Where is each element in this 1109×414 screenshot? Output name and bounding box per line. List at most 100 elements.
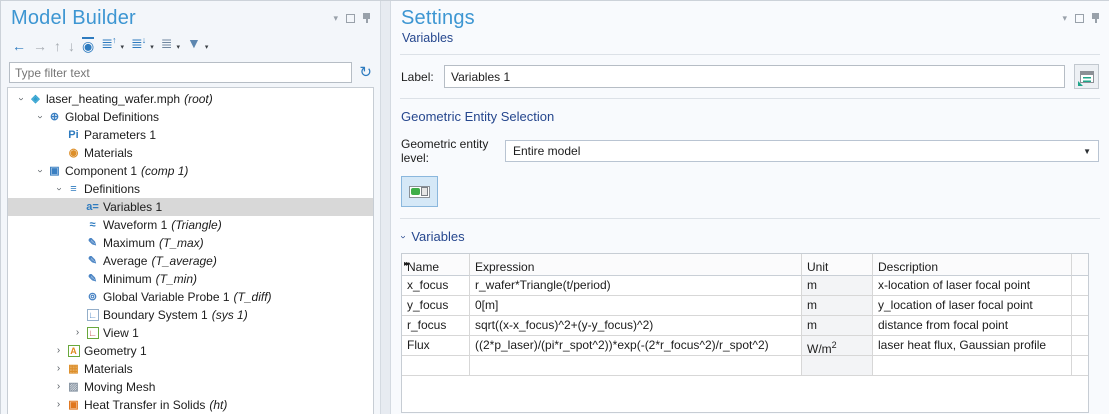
tree-item-laser-heating-wafer-mph[interactable]: ›◈laser_heating_wafer.mph(root)	[8, 90, 373, 108]
chevron-down-icon: ▾	[205, 40, 209, 56]
table-cell[interactable]: 0[m]	[470, 296, 802, 316]
tree-item-view-1[interactable]: ›∟View 1	[8, 324, 373, 342]
model-tree-node-text-icon: ≣	[161, 35, 173, 51]
filter-button[interactable]: ▼▾	[184, 34, 211, 57]
section-variables[interactable]: › Variables	[400, 219, 1100, 252]
go-back-button[interactable]: ←	[9, 37, 29, 55]
table-cell[interactable]: m	[802, 296, 873, 316]
tree-item-definitions[interactable]: ›≡Definitions	[8, 180, 373, 198]
heat-transfer-icon: ▣	[65, 399, 82, 411]
tree-item-tag: (Triangle)	[171, 218, 221, 232]
tree-item-materials[interactable]: ◉Materials	[8, 144, 373, 162]
geometric-entity-level-label: Geometric entity level:	[401, 137, 497, 165]
column-header-unit: Unit	[802, 254, 873, 276]
move-down-button[interactable]: ↓	[65, 37, 78, 55]
tree-item-average[interactable]: ✎Average(T_average)	[8, 252, 373, 270]
table-cell[interactable]	[1072, 296, 1088, 316]
show-button[interactable]: ◉	[79, 37, 97, 55]
equation-view-button[interactable]	[1074, 64, 1099, 89]
chevron-down-icon[interactable]: ›	[16, 93, 26, 106]
active-toggle-button[interactable]	[401, 176, 438, 207]
move-up-icon: ↑	[54, 38, 61, 54]
collapse-all-button[interactable]: ≣↑▾	[98, 34, 127, 57]
table-cell[interactable]: Flux	[402, 336, 470, 356]
table-cell[interactable]: r_wafer*Triangle(t/period)	[470, 276, 802, 296]
definitions-icon: ≡	[65, 183, 82, 195]
column-header-description: Description	[873, 254, 1072, 276]
tree-item-boundary-system-1[interactable]: ∟Boundary System 1(sys 1)	[8, 306, 373, 324]
table-cell[interactable]: m	[802, 316, 873, 336]
table-cell[interactable]	[1072, 336, 1088, 356]
tree-item-tag: (T_average)	[151, 254, 216, 268]
expand-all-button[interactable]: ≣↓▾	[128, 34, 157, 57]
tree-item-heat-transfer-in-solids[interactable]: ›▣Heat Transfer in Solids(ht)	[8, 396, 373, 414]
move-columns-icon[interactable]: ▸▸	[404, 254, 408, 276]
pin-panel-icon[interactable]	[1092, 13, 1099, 23]
tree-item-variables-1[interactable]: a=Variables 1	[8, 198, 373, 216]
table-cell[interactable]: sqrt((x-x_focus)^2+(y-y_focus)^2)	[470, 316, 802, 336]
tree-item-label: Geometry 1	[84, 344, 147, 358]
table-cell[interactable]: x_focus	[402, 276, 470, 296]
table-cell[interactable]: x-location of laser focal point	[873, 276, 1072, 296]
tree-item-waveform-1[interactable]: ≈Waveform 1(Triangle)	[8, 216, 373, 234]
section-geometric-entity-selection[interactable]: Geometric Entity Selection	[400, 99, 1100, 129]
settings-header: Settings ▾	[400, 1, 1100, 30]
table-cell-empty[interactable]	[402, 356, 470, 376]
panel-menu-icon[interactable]: ▾	[1062, 14, 1067, 23]
chevron-right-icon[interactable]: ›	[52, 382, 65, 392]
table-cell[interactable]: distance from focal point	[873, 316, 1072, 336]
expand-all-icon: ≣	[131, 35, 143, 51]
table-cell-empty[interactable]	[802, 356, 873, 376]
global-definitions-icon: ⊕	[46, 111, 63, 123]
filter-input[interactable]	[9, 62, 352, 83]
table-cell[interactable]: laser heat flux, Gaussian profile	[873, 336, 1072, 356]
go-forward-button[interactable]: →	[30, 37, 50, 55]
table-cell[interactable]: y_location of laser focal point	[873, 296, 1072, 316]
table-cell[interactable]: ((2*p_laser)/(pi*r_spot^2))*exp(-(2*r_fo…	[470, 336, 802, 356]
table-cell-empty[interactable]	[873, 356, 1072, 376]
chevron-right-icon[interactable]: ›	[52, 364, 65, 374]
table-cell[interactable]: W/m2	[802, 336, 873, 356]
table-cell[interactable]: m	[802, 276, 873, 296]
label-field-label: Label:	[401, 70, 435, 84]
label-input[interactable]	[444, 65, 1065, 88]
tree-item-label: Component 1	[65, 164, 137, 178]
tree-item-parameters-1[interactable]: PiParameters 1	[8, 126, 373, 144]
table-cell[interactable]	[1072, 316, 1088, 336]
float-panel-icon[interactable]	[1075, 14, 1084, 23]
tree-item-moving-mesh[interactable]: ›▨Moving Mesh	[8, 378, 373, 396]
chevron-down-icon: ▾	[176, 40, 180, 56]
tree-item-maximum[interactable]: ✎Maximum(T_max)	[8, 234, 373, 252]
table-cell[interactable]: y_focus	[402, 296, 470, 316]
tree-item-label: Variables 1	[103, 200, 162, 214]
variables-table-empty-area[interactable]	[402, 376, 1088, 412]
tree-item-label: Global Variable Probe 1	[103, 290, 230, 304]
chevron-down-icon[interactable]: ›	[35, 111, 45, 124]
model-tree-node-text-button[interactable]: ≣▾	[158, 34, 183, 57]
tree-item-materials[interactable]: ›▦Materials	[8, 360, 373, 378]
tree-item-minimum[interactable]: ✎Minimum(T_min)	[8, 270, 373, 288]
table-cell[interactable]: r_focus	[402, 316, 470, 336]
chevron-down-icon[interactable]: ›	[54, 183, 64, 196]
float-panel-icon[interactable]	[346, 14, 355, 23]
chevron-right-icon[interactable]: ›	[52, 346, 65, 356]
tree-item-component-1[interactable]: ›▣Component 1(comp 1)	[8, 162, 373, 180]
chevron-right-icon[interactable]: ›	[71, 328, 84, 338]
table-cell-empty[interactable]	[1072, 356, 1088, 376]
refresh-icon[interactable]: ↻	[359, 65, 372, 80]
tree-item-geometry-1[interactable]: ›AGeometry 1	[8, 342, 373, 360]
pin-panel-icon[interactable]	[363, 13, 370, 23]
variables-icon: a=	[84, 201, 101, 213]
chevron-down-icon[interactable]: ›	[35, 165, 45, 178]
table-cell-empty[interactable]	[470, 356, 802, 376]
toggle-icon	[409, 186, 430, 198]
move-up-button[interactable]: ↑	[51, 37, 64, 55]
collapse-all-icon: ≣	[101, 35, 113, 51]
chevron-right-icon[interactable]: ›	[52, 400, 65, 410]
tree-item-global-definitions[interactable]: ›⊕Global Definitions	[8, 108, 373, 126]
panel-menu-icon[interactable]: ▾	[333, 14, 338, 23]
table-cell[interactable]	[1072, 276, 1088, 296]
tree-item-global-variable-probe-1[interactable]: ⊚Global Variable Probe 1(T_diff)	[8, 288, 373, 306]
geometric-entity-level-select[interactable]: Entire model ▼	[505, 140, 1099, 162]
tree-item-tag: (comp 1)	[141, 164, 188, 178]
